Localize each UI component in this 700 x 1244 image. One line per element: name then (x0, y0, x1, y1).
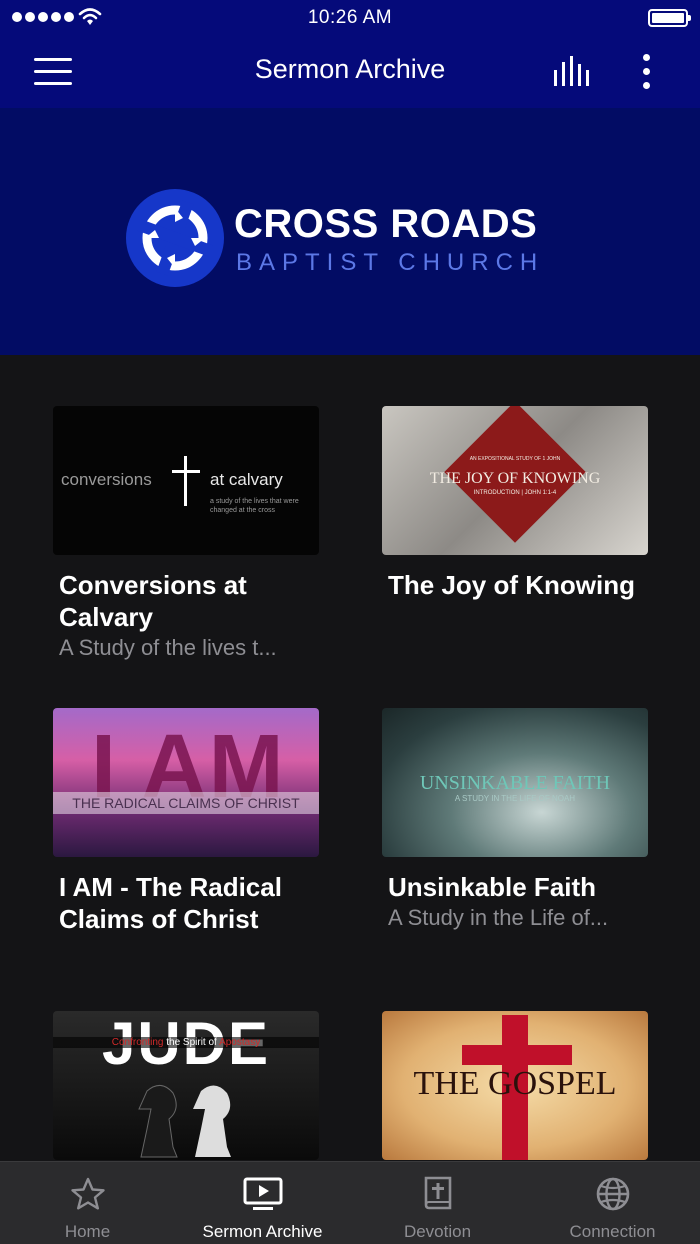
thumb-subtitle: Confronting the Spirit of Apostasy (53, 1037, 319, 1048)
sermon-title: Unsinkable Faith (388, 872, 597, 902)
tab-label: Sermon Archive (202, 1222, 323, 1241)
church-subtitle: BAPTIST CHURCH (236, 249, 545, 276)
sermon-thumbnail: AN EXPOSITIONAL STUDY OF 1 JOHN THE JOY … (382, 406, 648, 555)
sermon-card-the-gospel[interactable]: THE GOSPEL (382, 1011, 648, 1160)
thumb-text: a study of the lives that were changed a… (210, 498, 299, 514)
sermon-title: The Joy of Knowing (388, 570, 635, 600)
sermon-title: Conversions at Calvary (59, 570, 247, 632)
thumb-text: conversions (61, 470, 152, 489)
bible-icon (424, 1176, 452, 1210)
tab-label: Connection (569, 1222, 656, 1241)
battery-icon (648, 9, 691, 27)
tab-label: Devotion (403, 1222, 472, 1241)
sermon-subtitle: A Study of the lives t... (59, 635, 277, 660)
thumb-text: AN EXPOSITIONAL STUDY OF 1 JOHN (469, 456, 561, 462)
sermon-subtitle: A Study in the Life of... (388, 905, 609, 930)
tab-bar: Home Sermon Archive Devotion Connection (0, 1161, 700, 1244)
tv-play-icon (243, 1177, 283, 1210)
sermon-thumbnail: JUDE Confronting the Spirit of Apostasy (53, 1011, 319, 1160)
app-screen: 10:26 AM Sermon Archive CROSS ROADS BAPT… (0, 0, 700, 1244)
chess-knights-icon (138, 1085, 231, 1158)
star-icon (71, 1177, 105, 1210)
sermon-card-joy-of-knowing[interactable]: AN EXPOSITIONAL STUDY OF 1 JOHN THE JOY … (382, 406, 648, 601)
top-bar: 10:26 AM Sermon Archive (0, 0, 700, 108)
status-bar: 10:26 AM (0, 0, 700, 36)
church-banner: CROSS ROADS BAPTIST CHURCH (0, 108, 700, 355)
more-options-button[interactable] (636, 52, 658, 92)
sermon-thumbnail: UNSINKABLE FAITH A STUDY IN THE LIFE OF … (382, 708, 648, 857)
church-name: CROSS ROADS (234, 202, 538, 246)
thumb-text: THE JOY OF KNOWING (429, 470, 601, 487)
tab-sermon-archive[interactable]: Sermon Archive (175, 1162, 350, 1244)
sermon-thumbnail: conversions at calvary a study of the li… (53, 406, 319, 555)
thumb-text: the Spirit of (166, 1037, 217, 1048)
audio-bars-icon[interactable] (552, 54, 592, 88)
sermon-card-jude[interactable]: JUDE Confronting the Spirit of Apostasy (53, 1011, 319, 1160)
sermon-title: I AM - The Radical Claims of Christ (59, 872, 282, 934)
tab-devotion[interactable]: Devotion (350, 1162, 525, 1244)
thumb-text: A STUDY IN THE LIFE OF NOAH (454, 794, 576, 803)
globe-icon (596, 1177, 630, 1211)
sermon-thumbnail: I AM THE RADICAL CLAIMS OF CHRIST (53, 708, 319, 857)
tab-connection[interactable]: Connection (525, 1162, 700, 1244)
thumb-text: Apostasy (219, 1037, 261, 1048)
sermon-card-conversions[interactable]: conversions at calvary a study of the li… (53, 406, 319, 663)
nav-bar: Sermon Archive (0, 36, 700, 108)
church-logo-icon (126, 189, 224, 287)
thumb-text: at calvary (210, 470, 283, 489)
sermon-card-i-am[interactable]: I AM THE RADICAL CLAIMS OF CHRIST I AM -… (53, 708, 319, 935)
thumb-text: THE RADICAL CLAIMS OF CHRIST (72, 795, 300, 811)
page-title: Sermon Archive (254, 54, 446, 84)
thumb-text: UNSINKABLE FAITH (419, 772, 611, 794)
cross-icon (172, 456, 200, 506)
thumb-text: THE GOSPEL (413, 1065, 617, 1102)
status-time: 10:26 AM (307, 7, 393, 28)
tab-label: Home (64, 1222, 111, 1241)
sermon-grid: conversions at calvary a study of the li… (0, 355, 700, 1161)
thumb-text: Confronting (111, 1037, 164, 1048)
thumb-text: INTRODUCTION | JOHN 1:1-4 (473, 490, 557, 496)
sermon-thumbnail: THE GOSPEL (382, 1011, 648, 1160)
tab-home[interactable]: Home (0, 1162, 175, 1244)
sermon-card-unsinkable-faith[interactable]: UNSINKABLE FAITH A STUDY IN THE LIFE OF … (382, 708, 648, 933)
